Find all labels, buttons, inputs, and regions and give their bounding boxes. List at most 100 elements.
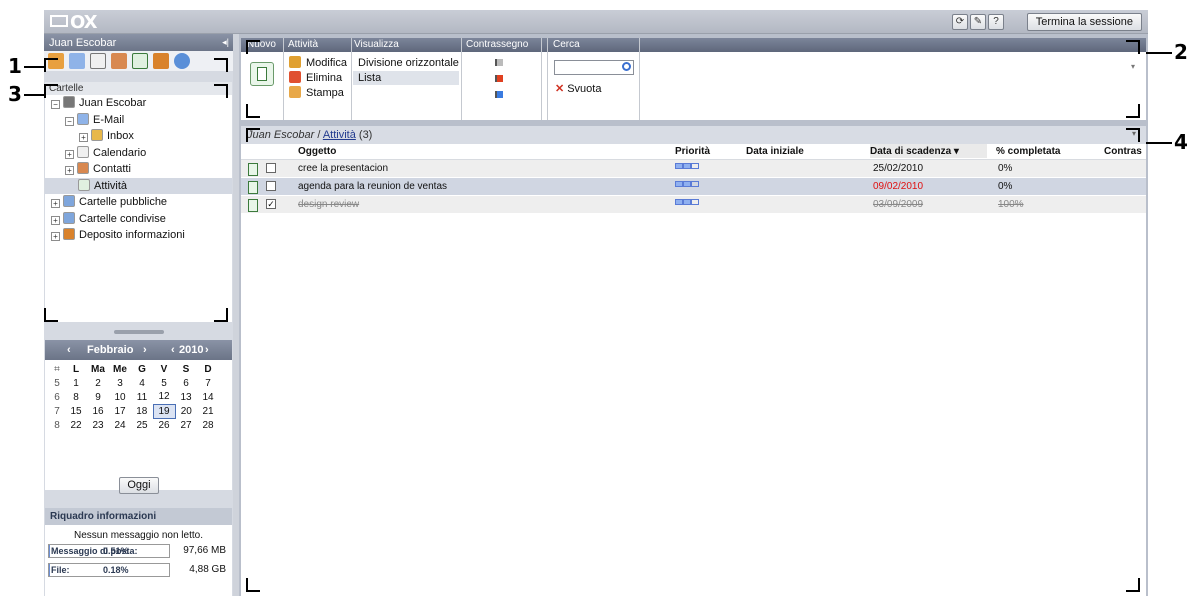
table-row[interactable]: agenda para la reunion de ventas 09/02/20… <box>241 178 1146 196</box>
week-number[interactable]: 7 <box>49 404 65 418</box>
expand-icon[interactable]: + <box>51 215 60 225</box>
view-option[interactable]: Lista <box>353 71 459 85</box>
col-start-date[interactable]: Data iniziale <box>746 146 804 157</box>
calendar-day[interactable]: 24 <box>109 418 131 432</box>
calendar-day[interactable]: 5 <box>153 376 175 390</box>
folder-item[interactable]: − Juan Escobar <box>45 95 232 112</box>
table-row[interactable]: ✓ design review 03/09/2009 100% <box>241 196 1146 214</box>
calendar-day[interactable]: 20 <box>175 404 197 418</box>
folder-item[interactable]: + Cartelle condivise <box>45 211 232 228</box>
collapse-icon[interactable]: − <box>51 100 60 109</box>
calendar-day[interactable]: 8 <box>65 390 87 404</box>
stampa-button[interactable]: Stampa <box>289 86 344 99</box>
done-checkbox[interactable] <box>266 181 276 191</box>
col-due-date[interactable]: Data di scadenza ▾ <box>870 144 987 158</box>
folder-item[interactable]: Attività <box>45 177 232 194</box>
folder-item[interactable]: − E-Mail <box>45 112 232 129</box>
calendar-day[interactable]: 12 <box>153 390 175 404</box>
expand-icon[interactable]: + <box>65 166 74 175</box>
calendar-day[interactable]: 18 <box>131 404 153 418</box>
collapse-icon[interactable]: − <box>65 116 74 126</box>
flag-blue-icon[interactable] <box>495 91 503 98</box>
clear-search-button[interactable]: ✕ Svuota <box>555 82 601 95</box>
expand-icon[interactable]: + <box>51 232 60 241</box>
calendar-day[interactable]: 17 <box>109 404 131 418</box>
week-number[interactable]: 5 <box>49 376 65 390</box>
panel-resize-handle[interactable] <box>114 330 164 334</box>
calendar-day[interactable]: 7 <box>197 376 219 390</box>
settings-icon[interactable]: ✎ <box>970 14 986 30</box>
flag-clear-icon[interactable] <box>495 59 503 66</box>
expand-icon[interactable]: + <box>51 199 60 208</box>
search-icon[interactable] <box>622 62 631 71</box>
next-month-button[interactable]: › <box>143 344 147 356</box>
logout-button[interactable]: Termina la sessione <box>1026 13 1142 31</box>
view-option[interactable]: Divisione orizzontale <box>353 56 459 70</box>
top-bar: OX ⟳ ✎ ? Termina la sessione <box>44 10 1148 34</box>
calendar-day[interactable]: 10 <box>109 390 131 404</box>
week-number[interactable]: 6 <box>49 390 65 404</box>
infostore-icon[interactable] <box>153 53 169 69</box>
calendar-day[interactable]: 28 <box>197 418 219 432</box>
calendar-day-today[interactable]: 19 <box>152 403 176 419</box>
expand-icon[interactable]: + <box>79 133 88 142</box>
calendar-day[interactable]: 23 <box>87 418 109 432</box>
col-flag[interactable]: Contras <box>1104 146 1142 157</box>
calendar-day[interactable]: 25 <box>131 418 153 432</box>
folder-item[interactable]: + Calendario <box>45 145 232 162</box>
col-priority[interactable]: Priorità <box>675 146 710 157</box>
calendar-day[interactable]: 26 <box>153 418 175 432</box>
calendar-day[interactable]: 11 <box>131 390 153 404</box>
done-checkbox[interactable] <box>266 163 276 173</box>
contacts-icon[interactable] <box>111 53 127 69</box>
today-button[interactable]: Oggi <box>119 477 159 494</box>
ribbon-scroll-down-icon[interactable]: ▾ <box>1131 62 1135 71</box>
folder-label: Deposito informazioni <box>79 229 185 241</box>
folder-item[interactable]: + Contatti <box>45 161 232 178</box>
modifica-button[interactable]: Modifica <box>289 56 347 69</box>
flag-red-icon[interactable] <box>495 75 503 82</box>
calendar-day[interactable]: 6 <box>175 376 197 390</box>
calendar-day[interactable]: 4 <box>131 376 153 390</box>
col-subject[interactable]: Oggetto <box>298 146 336 157</box>
calendar-day[interactable]: 2 <box>87 376 109 390</box>
callout-4-label: 4 <box>1174 130 1188 154</box>
calendar-day[interactable]: 9 <box>87 390 109 404</box>
tasks-icon[interactable] <box>132 53 148 69</box>
calendar-day[interactable]: 21 <box>197 404 219 418</box>
week-number[interactable]: 8 <box>49 418 65 432</box>
settings-icon[interactable] <box>174 53 190 69</box>
prev-year-button[interactable]: ‹ <box>171 344 175 356</box>
calendar-day[interactable]: 15 <box>65 404 87 418</box>
calendar-day[interactable]: 16 <box>87 404 109 418</box>
unread-message: Nessun messaggio non letto. <box>74 530 203 541</box>
folder-item[interactable]: + Inbox <box>45 128 232 145</box>
new-task-button[interactable] <box>250 62 274 86</box>
help-icon[interactable]: ? <box>988 14 1004 30</box>
folder-item[interactable]: + Deposito informazioni <box>45 227 232 244</box>
table-row[interactable]: cree la presentacion 25/02/2010 0% <box>241 160 1146 178</box>
elimina-button[interactable]: Elimina <box>289 71 342 84</box>
refresh-icon[interactable]: ⟳ <box>952 14 968 30</box>
prev-month-button[interactable]: ‹ <box>67 344 71 356</box>
done-checkbox[interactable]: ✓ <box>266 199 276 209</box>
list-folder-link[interactable]: Attività <box>323 129 356 141</box>
col-percent[interactable]: % completata <box>996 146 1060 157</box>
folder-item[interactable]: + Cartelle pubbliche <box>45 194 232 211</box>
search-input[interactable] <box>555 61 617 74</box>
calendar-day[interactable]: 14 <box>197 390 219 404</box>
collapse-panel-icon[interactable]: ◂| <box>222 37 229 48</box>
next-year-button[interactable]: › <box>205 344 209 356</box>
calendar-day[interactable]: 3 <box>109 376 131 390</box>
callout-3-label: 3 <box>8 82 22 106</box>
action-label: Elimina <box>306 72 343 84</box>
calendar-icon[interactable] <box>90 53 106 69</box>
calendar-day[interactable]: 1 <box>65 376 87 390</box>
week-column-icon: ⌗ <box>54 363 60 375</box>
folder-tree: Cartelle − Juan Escobar − E-Mail + Inbox + Cale… <box>45 82 232 322</box>
calendar-day[interactable]: 13 <box>175 390 197 404</box>
expand-icon[interactable]: + <box>65 149 74 159</box>
calendar-day[interactable]: 22 <box>65 418 87 432</box>
calendar-day[interactable]: 27 <box>175 418 197 432</box>
email-icon[interactable] <box>69 53 85 69</box>
